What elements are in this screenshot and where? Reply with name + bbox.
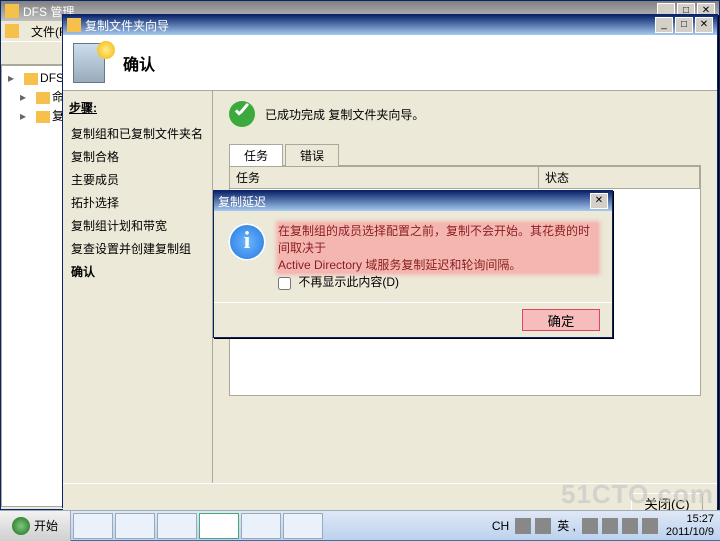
close-button[interactable]: ✕ [590,193,608,209]
maximize-button[interactable]: □ [675,17,693,33]
info-icon: i [228,223,266,261]
col-status[interactable]: 状态 [539,167,700,188]
language-indicator[interactable]: 英 , [557,517,576,534]
folder-icon [36,92,50,104]
wizard-step[interactable]: 确认 [69,260,206,283]
start-label: 开始 [34,517,58,534]
dont-show-label: 不再显示此内容(D) [298,275,399,289]
system-tray: CH 英 , 15:27 2011/10/9 [482,511,720,540]
folder-icon [24,73,38,85]
dialog-titlebar[interactable]: 复制延迟 ✕ [214,191,612,211]
dialog-message: 在复制组的成员选择配置之前，复制不会开始。其花费的时间取决于 Active Di… [278,223,598,273]
wizard-title-icon [67,18,81,32]
col-task[interactable]: 任务 [230,167,539,188]
dont-show-again[interactable]: 不再显示此内容(D) [278,275,399,289]
wizard-step[interactable]: 复制组计划和带宽 [69,214,206,237]
task-list-header: 任务 状态 [230,167,700,189]
dialog-body: i 在复制组的成员选择配置之前，复制不会开始。其花费的时间取决于 Active … [214,211,612,302]
wizard-step[interactable]: 复制合格 [69,145,206,168]
dialog-footer: 确定 [214,302,612,337]
wizard-title: 复制文件夹向导 [85,17,653,34]
wizard-heading: 确认 [123,51,155,75]
folder-icon [36,111,50,123]
app-icon [5,4,19,18]
taskbar-item[interactable] [283,513,323,539]
replication-delay-dialog: 复制延迟 ✕ i 在复制组的成员选择配置之前，复制不会开始。其花费的时间取决于 … [213,190,613,338]
tray-icon[interactable] [602,518,618,534]
menu-icon [5,24,19,38]
start-button[interactable]: 开始 [0,511,71,541]
wizard-step[interactable]: 复制组和已复制文件夹名 [69,122,206,145]
server-icon [73,43,113,83]
tabstrip: 任务 错误 [229,143,701,166]
wizard-titlebar[interactable]: 复制文件夹向导 _ □ ✕ [63,15,717,35]
taskbar-item[interactable] [115,513,155,539]
success-check-icon [229,101,255,127]
wizard-steps: 步骤: 复制组和已复制文件夹名复制合格主要成员拓扑选择复制组计划和带宽复查设置并… [63,91,213,483]
wizard-step[interactable]: 主要成员 [69,168,206,191]
tab-tasks[interactable]: 任务 [229,144,283,166]
tray-icon[interactable] [582,518,598,534]
ok-button[interactable]: 确定 [522,309,600,331]
taskbar: 开始 CH 英 , 15:27 2011/10/9 [0,510,720,540]
wizard-step[interactable]: 拓扑选择 [69,191,206,214]
success-message: 已成功完成 复制文件夹向导。 [229,101,701,127]
start-orb-icon [12,517,30,535]
dialog-title: 复制延迟 [218,193,588,210]
tray-icon[interactable] [535,518,551,534]
tray-clock[interactable]: 15:27 2011/10/9 [666,513,714,537]
taskbar-item[interactable] [73,513,113,539]
wizard-header: 确认 [63,35,717,91]
minimize-button[interactable]: _ [655,17,673,33]
ime-indicator[interactable]: CH [492,519,509,533]
taskbar-item[interactable] [157,513,197,539]
wizard-step[interactable]: 复查设置并创建复制组 [69,237,206,260]
taskbar-item[interactable] [241,513,281,539]
taskbar-item[interactable] [199,513,239,539]
success-text: 已成功完成 复制文件夹向导。 [265,106,424,123]
dont-show-checkbox[interactable] [278,277,291,290]
steps-header: 步骤: [69,99,206,116]
tray-icon[interactable] [515,518,531,534]
close-button[interactable]: ✕ [695,17,713,33]
tab-errors[interactable]: 错误 [285,144,339,166]
tray-icon[interactable] [622,518,638,534]
tray-icon[interactable] [642,518,658,534]
